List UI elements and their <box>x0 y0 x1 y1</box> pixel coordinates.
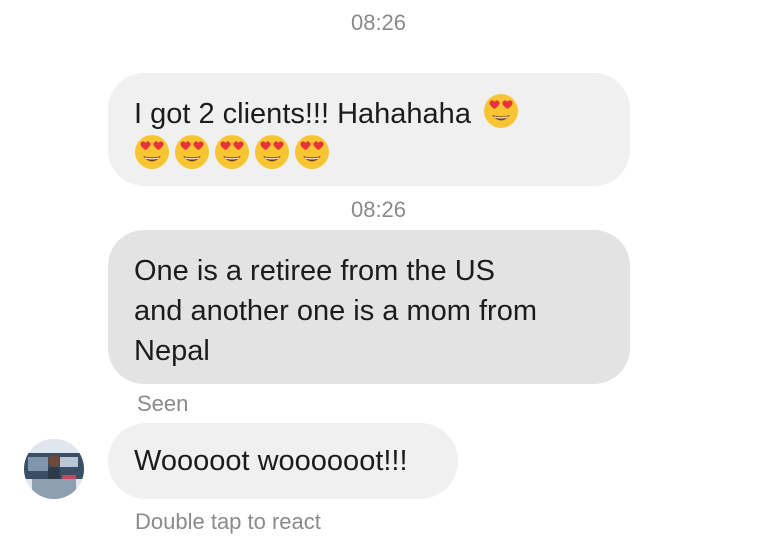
message-text-line: and another one is a mom from <box>134 295 537 327</box>
heart-eyes-emoji-icon <box>294 134 330 170</box>
message-text-line: One is a retiree from the US <box>134 255 496 287</box>
message-bubble[interactable]: I got 2 clients!!! Hahahaha <box>108 73 630 186</box>
heart-eyes-emoji-icon <box>214 134 250 170</box>
avatar-photo-icon <box>24 439 84 499</box>
heart-eyes-emoji-icon <box>483 93 519 129</box>
message-bubble[interactable]: Wooooot woooooot!!! <box>108 423 458 499</box>
timestamp: 08:26 <box>350 197 407 222</box>
avatar[interactable] <box>24 439 84 499</box>
react-hint: Double tap to react <box>135 509 321 534</box>
message-bubble[interactable]: One is a retiree from the US and another… <box>108 230 630 384</box>
timestamp: 08:26 <box>350 10 407 35</box>
message-text-line: Nepal <box>134 335 210 367</box>
seen-status: Seen <box>137 391 189 416</box>
heart-eyes-emoji-icon <box>134 134 170 170</box>
emoji-row <box>134 134 604 175</box>
chat-screen: 08:26 I got 2 clients!!! Hahahaha 08:26 … <box>0 0 757 539</box>
message-text: I got 2 clients!!! Hahahaha <box>134 98 471 130</box>
heart-eyes-emoji-icon <box>174 134 210 170</box>
message-text: Wooooot woooooot!!! <box>134 445 408 477</box>
heart-eyes-emoji-icon <box>254 134 290 170</box>
